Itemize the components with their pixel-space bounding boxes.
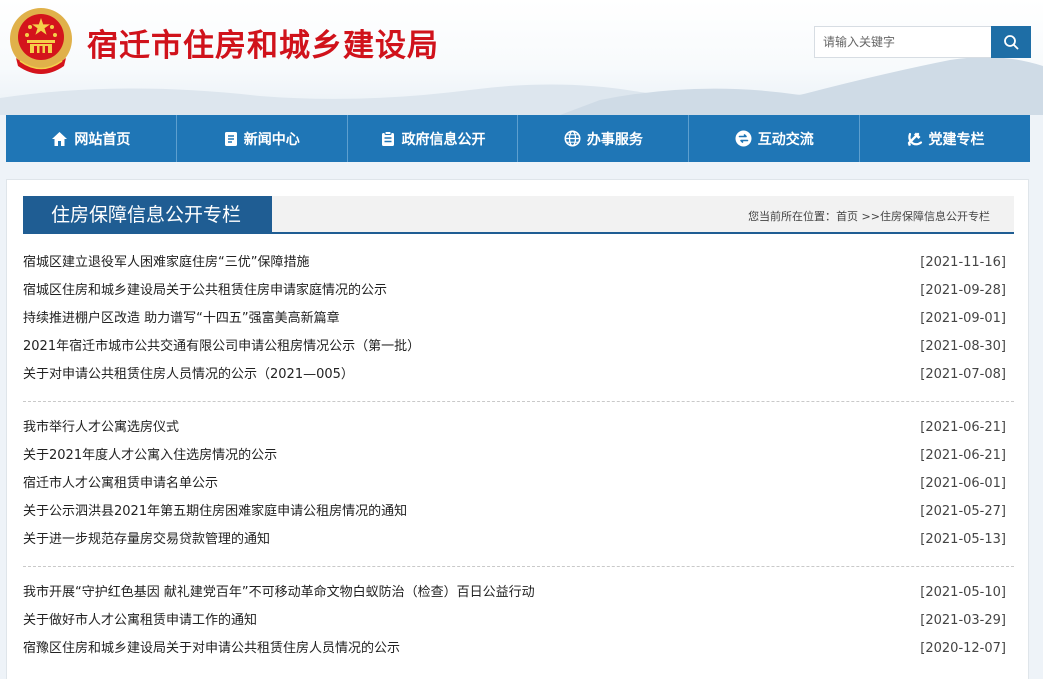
article-title-link[interactable]: 我市开展“守护红色基因 献礼建党百年”不可移动革命文物白蚁防治（检查）百日公益行… [23, 579, 535, 607]
article-title-link[interactable]: 关于2021年度人才公寓入住选房情况的公示 [23, 442, 277, 470]
list-item[interactable]: 宿城区住房和城乡建设局关于公共租赁住房申请家庭情况的公示 [2021-09-28] [23, 277, 1014, 305]
article-title-link[interactable]: 关于对申请公共租赁住房人员情况的公示（2021—005） [23, 361, 354, 389]
article-list-group-2: 我市举行人才公寓选房仪式 [2021-06-21] 关于2021年度人才公寓入住选… [23, 414, 1014, 554]
nav-item-gov-info[interactable]: 政府信息公开 [348, 115, 519, 162]
list-item[interactable]: 关于做好市人才公寓租赁申请工作的通知 [2021-03-29] [23, 607, 1014, 635]
nav-item-label: 政府信息公开 [401, 131, 486, 148]
national-emblem-logo [10, 8, 72, 74]
article-date: [2020-12-07] [920, 641, 1006, 656]
list-item[interactable]: 关于进一步规范存量房交易贷款管理的通知 [2021-05-13] [23, 526, 1014, 554]
article-title-link[interactable]: 关于公示泗洪县2021年第五期住房困难家庭申请公租房情况的通知 [23, 498, 407, 526]
nav-item-label: 党建专栏 [928, 131, 985, 148]
list-item[interactable]: 关于2021年度人才公寓入住选房情况的公示 [2021-06-21] [23, 442, 1014, 470]
article-date: [2021-05-13] [920, 532, 1006, 547]
breadcrumb-current[interactable]: 住房保障信息公开专栏 [880, 210, 990, 223]
home-icon [52, 131, 68, 146]
exchange-icon [735, 130, 752, 147]
search-bar [814, 26, 1031, 58]
article-date: [2021-05-10] [920, 585, 1006, 600]
nav-item-home[interactable]: 网站首页 [6, 115, 177, 162]
article-date: [2021-06-21] [920, 448, 1006, 463]
article-title-link[interactable]: 宿迁市人才公寓租赁申请名单公示 [23, 470, 218, 498]
article-title-link[interactable]: 宿城区建立退役军人困难家庭住房“三优”保障措施 [23, 249, 309, 277]
globe-icon [564, 130, 581, 147]
list-divider [23, 401, 1014, 402]
nav-item-services[interactable]: 办事服务 [518, 115, 690, 162]
article-date: [2021-06-01] [920, 476, 1006, 491]
nav-item-news[interactable]: 新闻中心 [177, 115, 348, 162]
article-date: [2021-09-01] [920, 311, 1006, 326]
article-title-link[interactable]: 2021年宿迁市城市公共交通有限公司申请公租房情况公示（第一批） [23, 333, 420, 361]
site-header: 宿迁市住房和城乡建设局 [0, 0, 1043, 115]
breadcrumb-home-link[interactable]: 首页 [836, 210, 858, 223]
nav-item-label: 网站首页 [74, 131, 131, 148]
list-item[interactable]: 关于公示泗洪县2021年第五期住房困难家庭申请公租房情况的通知 [2021-05-… [23, 498, 1014, 526]
main-nav: 网站首页 新闻中心 政府信息公开 办事服务 互动交流 党建专栏 [6, 115, 1030, 162]
nav-item-label: 互动交流 [757, 131, 814, 148]
article-date: [2021-06-21] [920, 420, 1006, 435]
list-item[interactable]: 关于对申请公共租赁住房人员情况的公示（2021—005） [2021-07-08] [23, 361, 1014, 389]
article-title-link[interactable]: 关于做好市人才公寓租赁申请工作的通知 [23, 607, 257, 635]
nav-item-label: 办事服务 [586, 131, 643, 148]
nav-item-party[interactable]: 党建专栏 [860, 115, 1030, 162]
list-item[interactable]: 持续推进棚户区改造 助力谱写“十四五”强富美高新篇章 [2021-09-01] [23, 305, 1014, 333]
list-divider [23, 566, 1014, 567]
article-date: [2021-11-16] [920, 255, 1006, 270]
article-title-link[interactable]: 持续推进棚户区改造 助力谱写“十四五”强富美高新篇章 [23, 305, 340, 333]
party-emblem-icon [907, 132, 922, 146]
list-item[interactable]: 我市开展“守护红色基因 献礼建党百年”不可移动革命文物白蚁防治（检查）百日公益行… [23, 579, 1014, 607]
list-item[interactable]: 宿迁市人才公寓租赁申请名单公示 [2021-06-01] [23, 470, 1014, 498]
clipboard-icon [381, 130, 394, 146]
site-title: 宿迁市住房和城乡建设局 [87, 28, 439, 64]
breadcrumb: 您当前所在位置：首页 >>住房保障信息公开专栏 [748, 208, 990, 224]
list-item[interactable]: 我市举行人才公寓选房仪式 [2021-06-21] [23, 414, 1014, 442]
article-date: [2021-03-29] [920, 613, 1006, 628]
column-title: 住房保障信息公开专栏 [23, 196, 272, 234]
article-title-link[interactable]: 关于进一步规范存量房交易贷款管理的通知 [23, 526, 270, 554]
article-date: [2021-09-28] [920, 283, 1006, 298]
list-item[interactable]: 2021年宿迁市城市公共交通有限公司申请公租房情况公示（第一批） [2021-08… [23, 333, 1014, 361]
article-date: [2021-05-27] [920, 504, 1006, 519]
list-item[interactable]: 宿豫区住房和城乡建设局关于对申请公共租赁住房人员情况的公示 [2020-12-07… [23, 635, 1014, 663]
content-panel: 住房保障信息公开专栏 您当前所在位置：首页 >>住房保障信息公开专栏 宿城区建立… [6, 179, 1029, 679]
article-title-link[interactable]: 宿城区住房和城乡建设局关于公共租赁住房申请家庭情况的公示 [23, 277, 387, 305]
article-title-link[interactable]: 我市举行人才公寓选房仪式 [23, 414, 179, 442]
list-item[interactable]: 宿城区建立退役军人困难家庭住房“三优”保障措施 [2021-11-16] [23, 249, 1014, 277]
column-header: 住房保障信息公开专栏 您当前所在位置：首页 >>住房保障信息公开专栏 [23, 196, 1014, 234]
article-date: [2021-08-30] [920, 339, 1006, 354]
search-icon [1004, 35, 1019, 50]
article-title-link[interactable]: 宿豫区住房和城乡建设局关于对申请公共租赁住房人员情况的公示 [23, 635, 400, 663]
breadcrumb-separator: >> [858, 210, 880, 223]
search-input[interactable] [814, 26, 991, 58]
article-list-group-1: 宿城区建立退役军人困难家庭住房“三优”保障措施 [2021-11-16] 宿城区住… [23, 249, 1014, 389]
nav-item-label: 新闻中心 [243, 131, 300, 148]
article-date: [2021-07-08] [920, 367, 1006, 382]
article-list-group-3: 我市开展“守护红色基因 献礼建党百年”不可移动革命文物白蚁防治（检查）百日公益行… [23, 579, 1014, 663]
nav-item-interaction[interactable]: 互动交流 [689, 115, 861, 162]
search-button[interactable] [991, 26, 1031, 58]
breadcrumb-prefix: 您当前所在位置： [748, 210, 837, 223]
document-icon [224, 131, 237, 146]
